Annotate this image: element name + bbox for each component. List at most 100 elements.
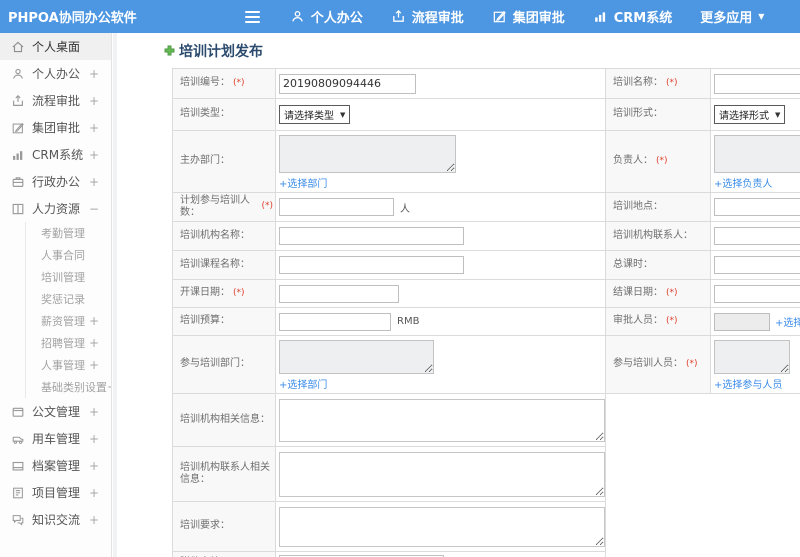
- org-contact-input[interactable]: [714, 227, 800, 245]
- sidebar-item-crm[interactable]: CRM系统 +: [0, 141, 111, 168]
- select-trainees-link[interactable]: +选择参与人员: [714, 376, 782, 391]
- nav-group-approval[interactable]: 集团审批: [492, 7, 565, 26]
- org-info-textarea[interactable]: [279, 398, 605, 442]
- expand-icon[interactable]: +: [89, 358, 111, 372]
- menu-toggle-icon[interactable]: [244, 10, 260, 23]
- training-type-select[interactable]: 请选择类型 ▼: [279, 105, 351, 124]
- requirements-textarea[interactable]: [279, 506, 605, 547]
- expand-icon[interactable]: +: [89, 94, 111, 108]
- expand-icon[interactable]: +: [89, 336, 111, 350]
- caret-down-icon: ▼: [340, 110, 346, 119]
- form-row: 主办部门： +选择部门: [173, 131, 605, 193]
- form-row: 培训名称： (*): [606, 69, 800, 99]
- expand-icon[interactable]: +: [89, 175, 111, 189]
- field-label: 开课日期：: [180, 287, 230, 299]
- expand-icon[interactable]: +: [89, 148, 111, 162]
- field-label: 培训名称：: [613, 77, 663, 89]
- sidebar-subitem-hr-contract[interactable]: 人事合同: [26, 244, 111, 266]
- form-row: 结课日期： (*): [606, 280, 800, 308]
- field-label: 参与培训人员：: [613, 358, 683, 370]
- expand-icon[interactable]: +: [89, 67, 111, 81]
- top-nav: 个人办公 流程审批 集团审批 CRM系统 更多应用 ▼: [290, 7, 764, 26]
- expand-icon[interactable]: +: [89, 314, 111, 328]
- sidebar-subitem-training[interactable]: 培训管理: [26, 266, 111, 288]
- sidebar-item-label: 项目管理: [32, 486, 81, 500]
- total-hours-input[interactable]: [714, 256, 800, 274]
- training-name-input[interactable]: [714, 73, 800, 94]
- course-name-input[interactable]: [279, 256, 464, 274]
- participant-count-input[interactable]: [279, 198, 394, 216]
- location-input[interactable]: [714, 198, 800, 216]
- org-name-input[interactable]: [279, 227, 464, 245]
- sidebar-subitem-personnel[interactable]: 人事管理 +: [26, 354, 111, 376]
- select-department-link[interactable]: +选择部门: [279, 376, 327, 391]
- nav-label: 流程审批: [411, 11, 464, 26]
- upload-flow-icon: [391, 9, 406, 24]
- participating-departments-textarea[interactable]: [279, 340, 434, 374]
- sidebar-item-projects[interactable]: 项目管理 +: [0, 479, 111, 506]
- collapse-icon[interactable]: −: [89, 202, 111, 216]
- sidebar-item-group-approval[interactable]: 集团审批 +: [0, 114, 111, 141]
- form-row: 负责人： (*) +选择负责人: [606, 131, 800, 193]
- required-mark: (*): [666, 287, 678, 298]
- nav-crm[interactable]: CRM系统: [593, 7, 673, 26]
- folder-icon: [11, 405, 25, 419]
- sidebar-subitem-rewards[interactable]: 奖惩记录: [26, 288, 111, 310]
- nav-personal-office[interactable]: 个人办公: [290, 7, 363, 26]
- end-date-input[interactable]: [714, 284, 800, 303]
- currency-label: RMB: [397, 316, 420, 327]
- leader-textarea[interactable]: [714, 135, 800, 173]
- sidebar-item-hr[interactable]: 人力资源 −: [0, 195, 111, 222]
- expand-icon[interactable]: +: [89, 459, 111, 473]
- required-mark: (*): [686, 358, 698, 369]
- start-date-input[interactable]: [279, 284, 399, 303]
- nav-workflow-approval[interactable]: 流程审批: [391, 7, 464, 26]
- nav-label: CRM系统: [613, 11, 673, 26]
- form-row: 培训机构联系人相关信息：: [173, 447, 605, 502]
- expand-icon[interactable]: +: [89, 513, 111, 527]
- expand-icon[interactable]: +: [89, 432, 111, 446]
- select-department-link[interactable]: +选择部门: [279, 175, 327, 190]
- sidebar-item-personal-desktop[interactable]: 个人桌面: [0, 33, 111, 60]
- required-mark: (*): [261, 201, 273, 212]
- select-approver-link[interactable]: +选择审批人员: [775, 314, 800, 329]
- training-form-select[interactable]: 请选择形式 ▼: [714, 105, 786, 124]
- form-row: 培训编号： (*): [173, 69, 605, 99]
- sidebar-subitem-base-category[interactable]: 基础类别设置 +: [26, 376, 111, 398]
- nav-more-apps[interactable]: 更多应用 ▼: [700, 7, 764, 26]
- sidebar-item-knowledge[interactable]: 知识交流 +: [0, 506, 111, 533]
- sidebar-subitem-attendance[interactable]: 考勤管理: [26, 222, 111, 244]
- sidebar-subitem-label: 培训管理: [41, 271, 85, 284]
- sidebar-hr-submenu: 考勤管理 人事合同 培训管理 奖惩记录 薪资管理 + 招聘管理 + 人事管理 +…: [25, 222, 111, 398]
- trainees-textarea[interactable]: [714, 340, 790, 374]
- sidebar-item-workflow-approval[interactable]: 流程审批 +: [0, 87, 111, 114]
- sidebar-subitem-recruiting[interactable]: 招聘管理 +: [26, 332, 111, 354]
- host-department-textarea[interactable]: [279, 135, 456, 173]
- sidebar-item-documents[interactable]: 公文管理 +: [0, 398, 111, 425]
- field-label: 培训类型：: [180, 108, 230, 120]
- field-label: 培训要求：: [180, 520, 230, 532]
- expand-icon[interactable]: +: [89, 486, 111, 500]
- expand-icon[interactable]: +: [89, 121, 111, 135]
- sidebar-item-archives[interactable]: 档案管理 +: [0, 452, 111, 479]
- expand-icon[interactable]: +: [89, 405, 111, 419]
- sidebar-item-personal-office[interactable]: 个人办公 +: [0, 60, 111, 87]
- training-number-input[interactable]: [279, 73, 416, 94]
- field-label: 主办部门：: [180, 155, 230, 167]
- form-row: 培训机构相关信息：: [173, 394, 605, 447]
- sidebar-subitem-salary[interactable]: 薪资管理 +: [26, 310, 111, 332]
- approver-box[interactable]: [714, 312, 770, 331]
- sidebar-item-vehicles[interactable]: 用车管理 +: [0, 425, 111, 452]
- select-leader-link[interactable]: +选择负责人: [714, 175, 772, 190]
- form-row: 培训要求：: [173, 502, 605, 552]
- expand-icon[interactable]: +: [107, 380, 111, 394]
- nav-label: 更多应用: [700, 11, 753, 26]
- sidebar-item-label: 行政办公: [32, 175, 81, 189]
- sidebar-item-label: 个人办公: [32, 67, 81, 81]
- sidebar-item-admin-office[interactable]: 行政办公 +: [0, 168, 111, 195]
- org-contact-info-textarea[interactable]: [279, 451, 605, 497]
- book-icon: [11, 202, 25, 216]
- budget-input[interactable]: [279, 312, 391, 331]
- plus-icon: [163, 42, 176, 61]
- form-right-column: 培训名称：(*) 培训形式： 请选择形式 ▼ 负责人：(*) +选择负责人: [606, 68, 800, 394]
